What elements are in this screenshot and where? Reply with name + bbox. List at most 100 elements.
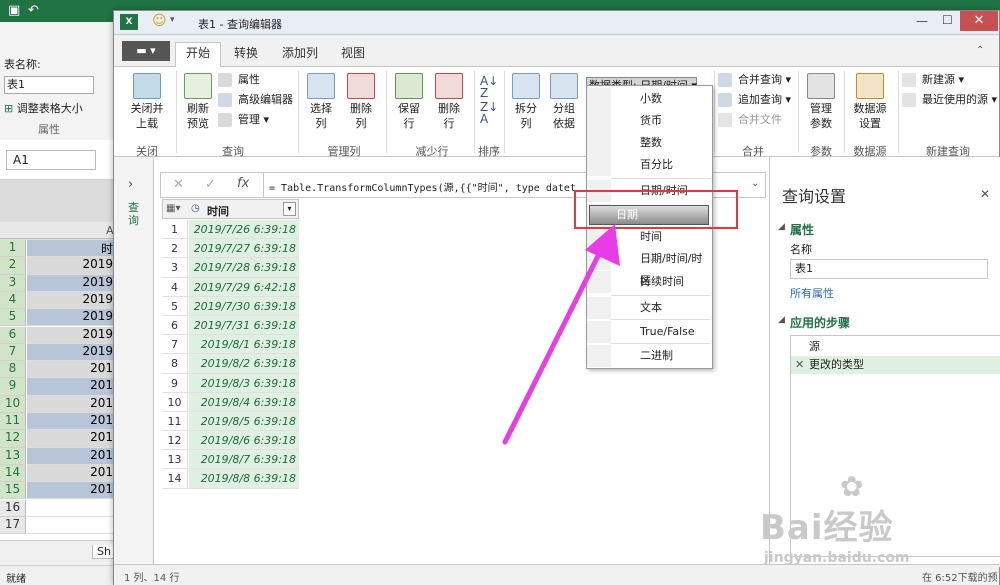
table-menu-icon[interactable]: ▦▾ — [166, 203, 180, 214]
collapse-props-icon[interactable]: ◢ — [778, 222, 785, 232]
confirm-formula-icon[interactable]: ✓ — [205, 177, 216, 192]
cell[interactable]: 2019 — [27, 343, 115, 362]
split-column-button[interactable]: 拆分列 — [508, 73, 544, 131]
cell[interactable]: 2019/8/4 6:39:18 — [189, 392, 299, 411]
resize-table-button[interactable]: ⊞ 调整表格大小 — [4, 100, 83, 116]
expand-nav-icon[interactable]: › — [128, 177, 133, 192]
menu-item-decimal[interactable]: 小数 — [587, 88, 712, 110]
cell[interactable]: 201 — [27, 395, 115, 413]
remove-rows-button[interactable]: 删除行 — [430, 73, 468, 131]
row-number[interactable]: 1 — [0, 240, 26, 258]
cell[interactable]: 201 — [27, 361, 115, 379]
cell[interactable]: 2019 — [27, 291, 115, 310]
row-number[interactable]: 11 — [162, 411, 188, 431]
tab-transform[interactable]: 转换 — [224, 43, 268, 67]
qat-dropdown-icon[interactable]: ▾ — [170, 15, 175, 25]
cell[interactable]: 2019/7/27 6:39:18 — [189, 239, 299, 258]
cell[interactable]: 201 — [27, 482, 115, 500]
cell[interactable]: 2019/7/26 6:39:18 — [189, 220, 299, 239]
cell[interactable]: 2019/7/31 6:39:18 — [189, 315, 299, 335]
cell[interactable]: 2019/8/8 6:39:18 — [189, 469, 299, 488]
row-number[interactable]: 15 — [0, 482, 26, 500]
expand-formula-icon[interactable]: ⌄ — [751, 178, 759, 189]
row-number[interactable]: 13 — [162, 450, 188, 469]
sort-descending-icon[interactable]: Z↓ A — [480, 101, 498, 125]
keep-rows-button[interactable]: 保留行 — [390, 73, 428, 131]
tab-add-column[interactable]: 添加列 — [272, 43, 328, 67]
row-number[interactable]: 1 — [162, 220, 188, 239]
remove-columns-button[interactable]: 删除列 — [342, 73, 380, 131]
close-icon[interactable]: ✕ — [960, 11, 998, 31]
row-number[interactable]: 12 — [0, 430, 26, 448]
manage-parameters-button[interactable]: 管理参数 — [802, 73, 840, 131]
cell[interactable]: 2019/7/30 6:39:18 — [189, 296, 299, 315]
datasource-settings-button[interactable]: 数据源设置 — [848, 73, 892, 131]
step-changed-type[interactable]: ✕ 更改的类型 — [791, 356, 1000, 374]
cell[interactable]: 2019/8/6 6:39:18 — [189, 431, 299, 450]
cell[interactable]: 2019/8/7 6:39:18 — [189, 450, 299, 469]
sort-ascending-icon[interactable]: A↓ Z — [480, 75, 498, 99]
column-header-time[interactable]: 时间 — [207, 203, 229, 219]
cell[interactable]: 2019/8/2 6:39:18 — [189, 354, 299, 373]
row-number[interactable]: 2 — [162, 239, 188, 258]
smiley-icon[interactable]: ☺ — [152, 13, 167, 29]
undo-icon[interactable]: ↶ — [28, 3, 39, 18]
row-number[interactable]: 13 — [0, 447, 26, 465]
cell[interactable]: 2019/8/3 6:39:18 — [189, 373, 299, 392]
row-number[interactable]: 17 — [0, 516, 26, 535]
row-number[interactable]: 3 — [162, 258, 188, 277]
row-number[interactable]: 8 — [162, 354, 188, 373]
choose-columns-button[interactable]: 选择列 — [302, 73, 340, 131]
properties-button[interactable]: 属性 — [218, 71, 260, 89]
row-number[interactable]: 5 — [162, 296, 188, 315]
row-number[interactable]: 9 — [162, 373, 188, 392]
maximize-icon[interactable]: ☐ — [942, 13, 953, 27]
delete-step-icon[interactable]: ✕ — [795, 356, 804, 374]
column-filter-icon[interactable]: ▾ — [283, 202, 296, 216]
tab-home[interactable]: 开始 — [175, 42, 222, 67]
new-source-button[interactable]: 新建源 ▾ — [902, 71, 964, 89]
cell[interactable] — [27, 517, 115, 535]
advanced-editor-button[interactable]: 高级编辑器 — [218, 91, 293, 109]
row-number[interactable]: 8 — [0, 361, 26, 379]
row-number[interactable]: 3 — [0, 274, 26, 292]
cell[interactable]: 201 — [27, 430, 115, 448]
menu-item-percent[interactable]: 百分比 — [587, 154, 712, 176]
cell[interactable]: 201 — [27, 464, 115, 483]
close-and-load-button[interactable]: 关闭并上载 — [122, 73, 172, 131]
all-props-link[interactable]: 所有属性 — [790, 285, 834, 301]
merge-queries-button[interactable]: 合并查询 ▾ — [718, 71, 791, 89]
row-number[interactable]: 4 — [162, 277, 188, 296]
row-number[interactable]: 7 — [0, 343, 26, 362]
group-by-button[interactable]: 分组依据 — [546, 73, 582, 131]
query-name-input[interactable]: 表1 — [790, 259, 988, 279]
combine-files-button[interactable]: 合并文件 — [718, 111, 782, 129]
row-number[interactable]: 6 — [162, 315, 188, 335]
cell[interactable]: 2019 — [27, 309, 115, 327]
name-box[interactable]: A1 — [6, 150, 96, 170]
cell[interactable]: 2019 — [27, 274, 115, 292]
cell[interactable]: 201 — [27, 447, 115, 465]
menu-item-integer[interactable]: 整数 — [587, 132, 712, 154]
cell[interactable]: 2019/7/29 6:42:18 — [189, 277, 299, 296]
append-queries-button[interactable]: 追加查询 ▾ — [718, 91, 791, 109]
row-number[interactable]: 5 — [0, 309, 26, 327]
cell[interactable] — [27, 500, 115, 517]
cell[interactable]: 201 — [27, 378, 115, 396]
row-number[interactable]: 11 — [0, 413, 26, 431]
step-source[interactable]: 源 — [791, 338, 1000, 356]
row-number[interactable]: 6 — [0, 326, 26, 344]
file-menu-button[interactable]: ▬ ▾ — [122, 41, 170, 61]
refresh-preview-button[interactable]: 刷新预览 — [178, 73, 218, 131]
cell[interactable]: 2019/7/28 6:39:18 — [189, 258, 299, 277]
row-number[interactable]: 4 — [0, 291, 26, 310]
row-number[interactable]: 16 — [0, 499, 26, 517]
cell[interactable]: 2019/8/1 6:39:18 — [189, 335, 299, 354]
close-settings-icon[interactable]: ✕ — [980, 187, 990, 201]
cell[interactable]: 201 — [27, 413, 115, 431]
fx-icon[interactable]: fx — [237, 176, 249, 191]
cell[interactable]: 2019 — [27, 326, 115, 344]
tab-view[interactable]: 视图 — [331, 43, 375, 67]
row-number[interactable]: 10 — [162, 392, 188, 411]
minimize-icon[interactable]: — — [916, 14, 928, 28]
